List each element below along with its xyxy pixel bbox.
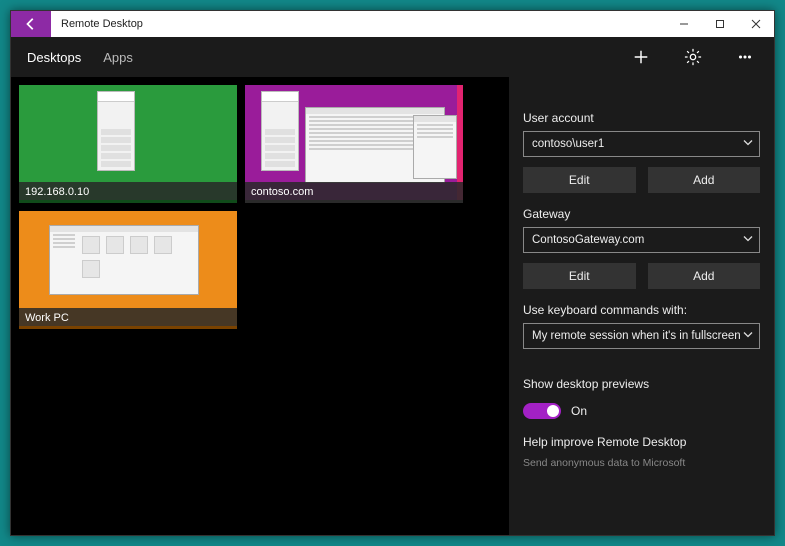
user-account-label: User account	[523, 111, 760, 125]
left-panel: 192.168.0.10	[11, 77, 509, 535]
desktop-grid-area: 192.168.0.10	[11, 77, 509, 535]
previews-toggle-row: On	[523, 403, 760, 419]
window-title: Remote Desktop	[51, 11, 666, 37]
gateway-buttons: Edit Add	[523, 263, 760, 289]
add-connection-button[interactable]	[624, 48, 658, 66]
user-account-buttons: Edit Add	[523, 167, 760, 193]
previews-label: Show desktop previews	[523, 377, 760, 391]
chevron-down-icon	[743, 138, 753, 151]
gateway-value: ContosoGateway.com	[532, 234, 644, 246]
top-bar: Desktops Apps	[11, 37, 774, 77]
tab-desktops[interactable]: Desktops	[27, 50, 81, 65]
window-controls	[666, 11, 774, 37]
help-improve-sub: Send anonymous data to Microsoft	[523, 457, 760, 469]
more-button[interactable]	[728, 48, 762, 66]
arrow-left-icon	[24, 17, 38, 31]
desktop-tile[interactable]: Work PC	[19, 211, 237, 329]
gateway-edit-button[interactable]: Edit	[523, 263, 636, 289]
maximize-button[interactable]	[702, 11, 738, 37]
settings-panel: User account contoso\user1 Edit Add Gate…	[509, 77, 774, 535]
gateway-label: Gateway	[523, 207, 760, 221]
user-account-edit-button[interactable]: Edit	[523, 167, 636, 193]
desktop-grid: 192.168.0.10	[19, 85, 489, 329]
chevron-down-icon	[743, 330, 753, 343]
minimize-icon	[679, 19, 689, 29]
content-area: 192.168.0.10	[11, 77, 774, 535]
minimize-button[interactable]	[666, 11, 702, 37]
command-bar	[509, 37, 774, 77]
previews-toggle[interactable]	[523, 403, 561, 419]
user-account-value: contoso\user1	[532, 138, 604, 150]
chevron-down-icon	[743, 234, 753, 247]
gateway-select[interactable]: ContosoGateway.com	[523, 227, 760, 253]
tab-apps[interactable]: Apps	[103, 50, 133, 65]
close-icon	[751, 19, 761, 29]
user-account-select[interactable]: contoso\user1	[523, 131, 760, 157]
back-button[interactable]	[11, 11, 51, 37]
help-improve-label: Help improve Remote Desktop	[523, 435, 760, 449]
desktop-tile[interactable]: 192.168.0.10	[19, 85, 237, 203]
gateway-add-button[interactable]: Add	[648, 263, 761, 289]
keyboard-label: Use keyboard commands with:	[523, 303, 760, 317]
plus-icon	[632, 48, 650, 66]
gear-icon	[684, 48, 702, 66]
maximize-icon	[715, 19, 725, 29]
desktop-tile[interactable]: contoso.com	[245, 85, 463, 203]
keyboard-value: My remote session when it's in fullscree…	[532, 330, 741, 342]
user-account-add-button[interactable]: Add	[648, 167, 761, 193]
keyboard-select[interactable]: My remote session when it's in fullscree…	[523, 323, 760, 349]
tab-bar: Desktops Apps	[11, 37, 509, 77]
ellipsis-icon	[736, 48, 754, 66]
title-bar: Remote Desktop	[11, 11, 774, 37]
app-window: Remote Desktop Desktops Apps	[10, 10, 775, 536]
toggle-knob	[547, 405, 559, 417]
close-button[interactable]	[738, 11, 774, 37]
settings-button[interactable]	[676, 48, 710, 66]
previews-state: On	[571, 404, 587, 418]
